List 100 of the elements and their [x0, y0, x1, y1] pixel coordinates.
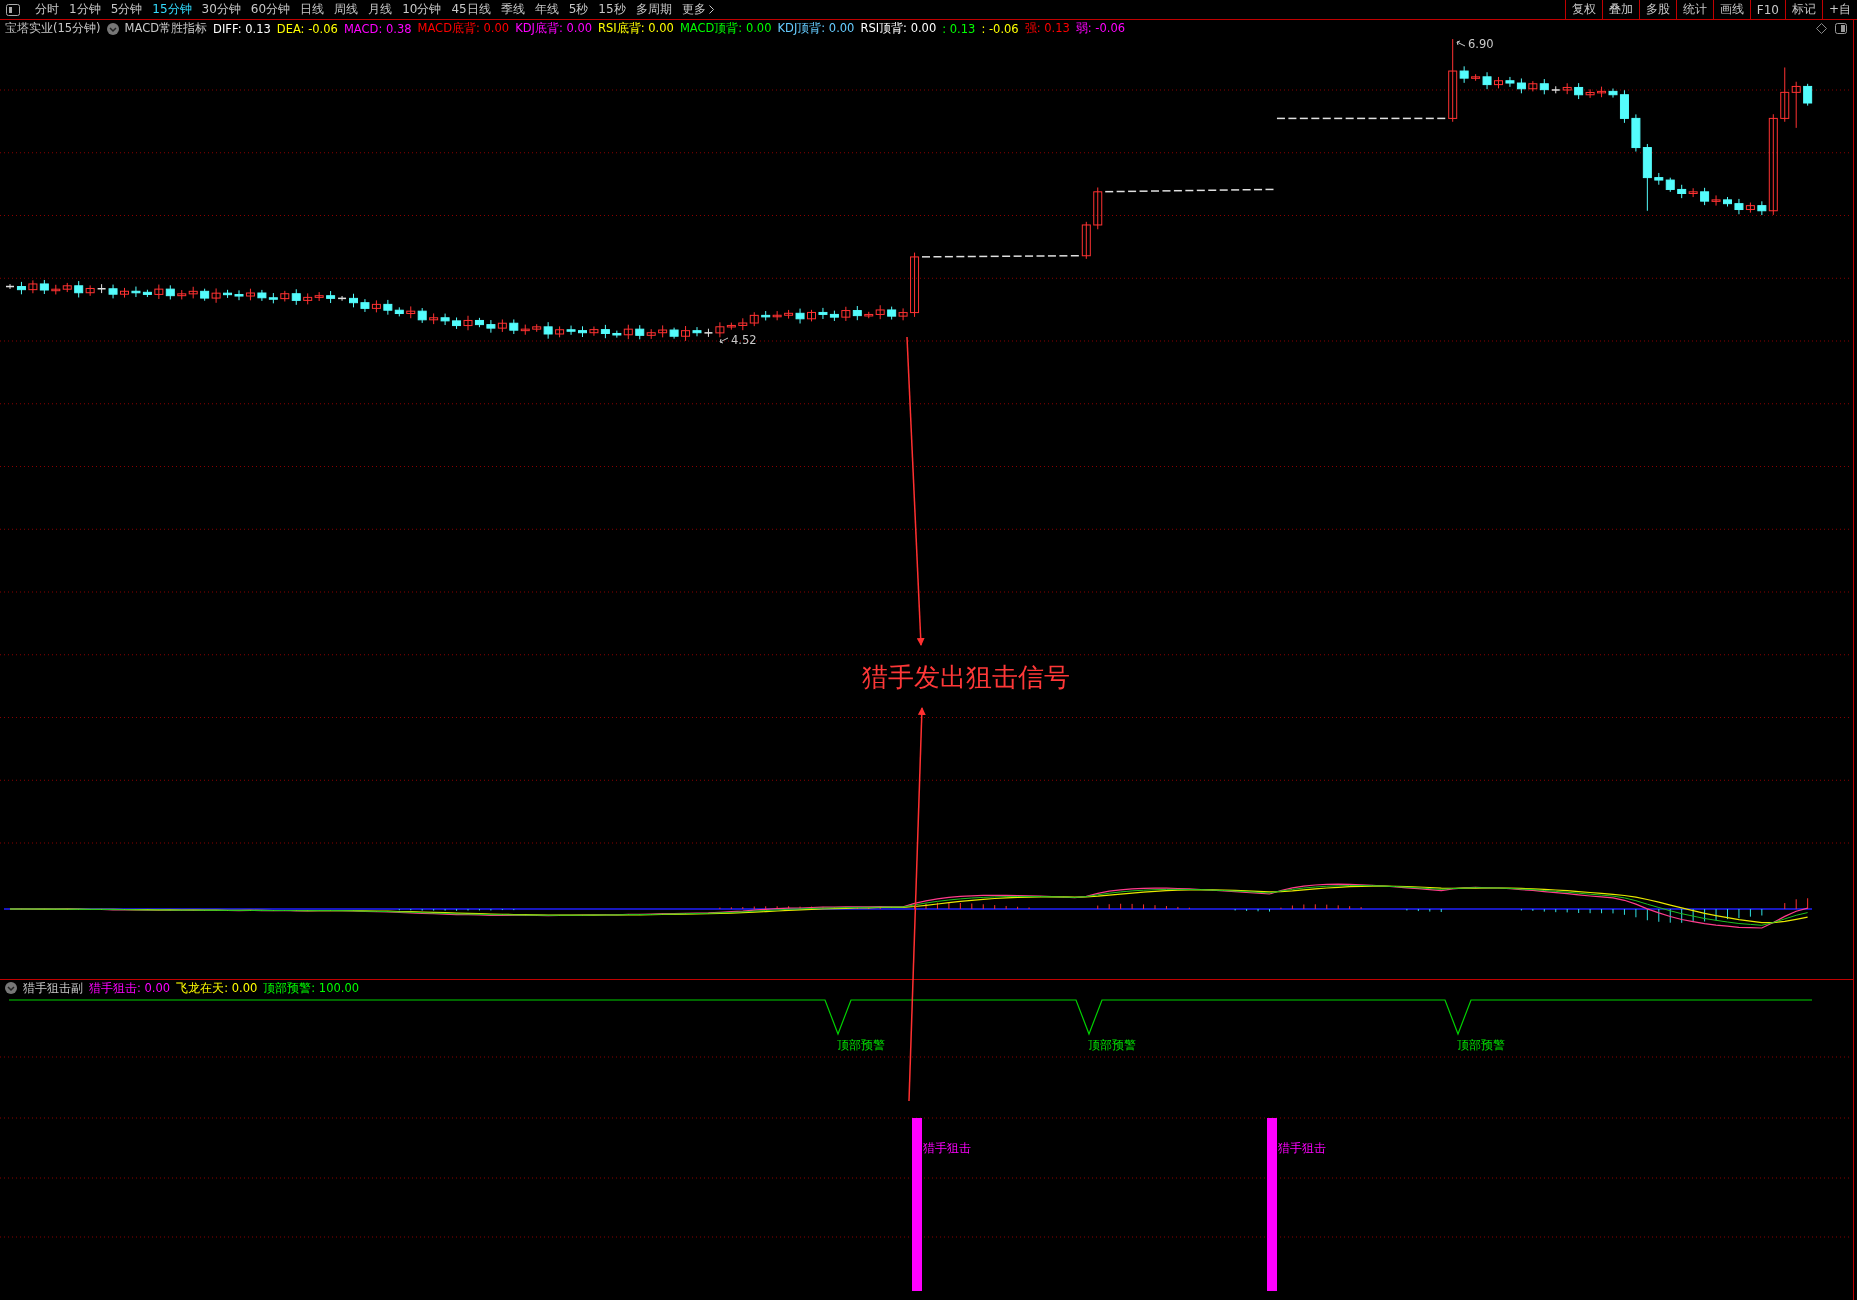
warning-label: 顶部预警 — [1457, 1037, 1505, 1054]
toolbar-button[interactable]: 多股 — [1638, 0, 1676, 19]
period-tab[interactable]: 5分钟 — [105, 0, 148, 19]
candle — [1734, 198, 1744, 215]
candle — [841, 306, 851, 322]
period-tab[interactable]: 年线 — [529, 0, 564, 19]
candle — [555, 325, 565, 338]
candle — [234, 289, 244, 301]
candle — [1780, 67, 1790, 123]
candle — [429, 312, 439, 325]
annotation-text: 猎手发出狙击信号 — [862, 661, 1070, 694]
legend-value: 猎手狙击: 0.00 — [89, 980, 171, 996]
period-tab[interactable]: 60分钟 — [245, 0, 296, 19]
candle — [165, 284, 175, 300]
candle — [188, 286, 198, 299]
candle — [406, 305, 416, 319]
candle — [749, 311, 759, 327]
period-tab[interactable]: 多周期 — [630, 0, 677, 19]
legend-value: DEA: -0.06 — [276, 21, 338, 36]
candle — [131, 286, 141, 298]
candle — [589, 326, 599, 337]
candle — [211, 287, 221, 304]
pointer-icon — [1455, 40, 1466, 48]
candle — [509, 318, 519, 335]
candle — [245, 288, 255, 301]
toolbar-button[interactable]: +自 — [1821, 0, 1857, 19]
more-button[interactable]: 更多 — [676, 0, 719, 19]
legend-value: : -0.06 — [981, 21, 1019, 36]
legend-value: MACD底背: 0.00 — [417, 21, 510, 36]
candle — [28, 279, 38, 294]
candle — [818, 307, 828, 320]
period-tab[interactable]: 分时 — [30, 0, 64, 19]
candle — [1505, 76, 1515, 88]
candle — [852, 305, 862, 321]
candle — [887, 306, 897, 320]
candle — [578, 325, 587, 338]
period-tab[interactable]: 15秒 — [593, 0, 631, 19]
candle — [120, 287, 129, 299]
candle — [200, 288, 210, 302]
candle — [360, 298, 370, 313]
toolbar-button[interactable]: 复权 — [1564, 0, 1602, 19]
candle — [1597, 86, 1607, 98]
legend-value: 强: 0.13 — [1024, 21, 1070, 36]
candle — [520, 324, 530, 336]
candle — [669, 327, 679, 340]
toolbar-button[interactable]: 画线 — [1712, 0, 1750, 19]
candle — [1539, 78, 1549, 95]
sidebar-toggle-icon[interactable] — [6, 3, 20, 16]
toolbar-button[interactable]: 标记 — [1784, 0, 1822, 19]
signal-label: 猎手狙击 — [923, 1140, 971, 1157]
period-tab[interactable]: 月线 — [363, 0, 398, 19]
period-tab[interactable]: 15分钟 — [147, 0, 197, 19]
legend-value: KDJ底背: 0.00 — [515, 21, 593, 36]
candle — [646, 328, 656, 340]
candle — [738, 317, 748, 331]
candle — [1803, 83, 1813, 107]
period-tab[interactable]: 季线 — [495, 0, 530, 19]
candle — [440, 313, 450, 326]
candle — [1665, 177, 1675, 193]
warning-label: 顶部预警 — [1088, 1037, 1136, 1054]
dropdown-icon[interactable] — [106, 22, 119, 35]
candle — [314, 291, 324, 302]
period-tab[interactable]: 30分钟 — [196, 0, 246, 19]
chevron-right-icon — [708, 5, 714, 14]
period-tab[interactable]: 45日线 — [446, 0, 496, 19]
period-tab[interactable]: 10分钟 — [397, 0, 447, 19]
candle — [1494, 76, 1503, 89]
period-tab[interactable]: 周线 — [329, 0, 364, 19]
toolbar-button[interactable]: 叠加 — [1601, 0, 1639, 19]
candle — [452, 317, 462, 330]
legend-value: RSI顶背: 0.00 — [860, 21, 937, 36]
candle — [486, 319, 496, 334]
diamond-icon[interactable] — [1816, 23, 1827, 34]
candle — [1516, 77, 1526, 94]
indicator-name: MACD常胜指标 — [124, 21, 208, 36]
candle — [1688, 187, 1698, 198]
candle — [268, 292, 278, 304]
candle — [829, 310, 839, 322]
candle — [1677, 184, 1687, 199]
candle — [1654, 172, 1664, 186]
candle — [142, 289, 152, 298]
period-tab[interactable]: 5秒 — [563, 0, 594, 19]
legend-value: RSI底背: 0.00 — [598, 21, 674, 36]
legend-value: 弱: -0.06 — [1075, 21, 1126, 36]
legend-value: MACD: 0.38 — [343, 21, 412, 36]
candle — [51, 284, 61, 295]
period-tab[interactable]: 日线 — [295, 0, 330, 19]
toolbar-button[interactable]: F10 — [1749, 0, 1785, 19]
candle — [761, 310, 771, 321]
candle — [371, 299, 381, 313]
candle — [177, 289, 187, 300]
candle — [303, 292, 313, 305]
toolbar-button[interactable]: 统计 — [1675, 0, 1713, 19]
dropdown-icon[interactable] — [5, 982, 17, 994]
candle — [223, 289, 233, 299]
candle — [417, 307, 427, 324]
candle — [74, 280, 84, 298]
candle — [96, 283, 107, 294]
period-tab[interactable]: 1分钟 — [64, 0, 106, 19]
panel-toggle-icon[interactable] — [1835, 23, 1847, 34]
